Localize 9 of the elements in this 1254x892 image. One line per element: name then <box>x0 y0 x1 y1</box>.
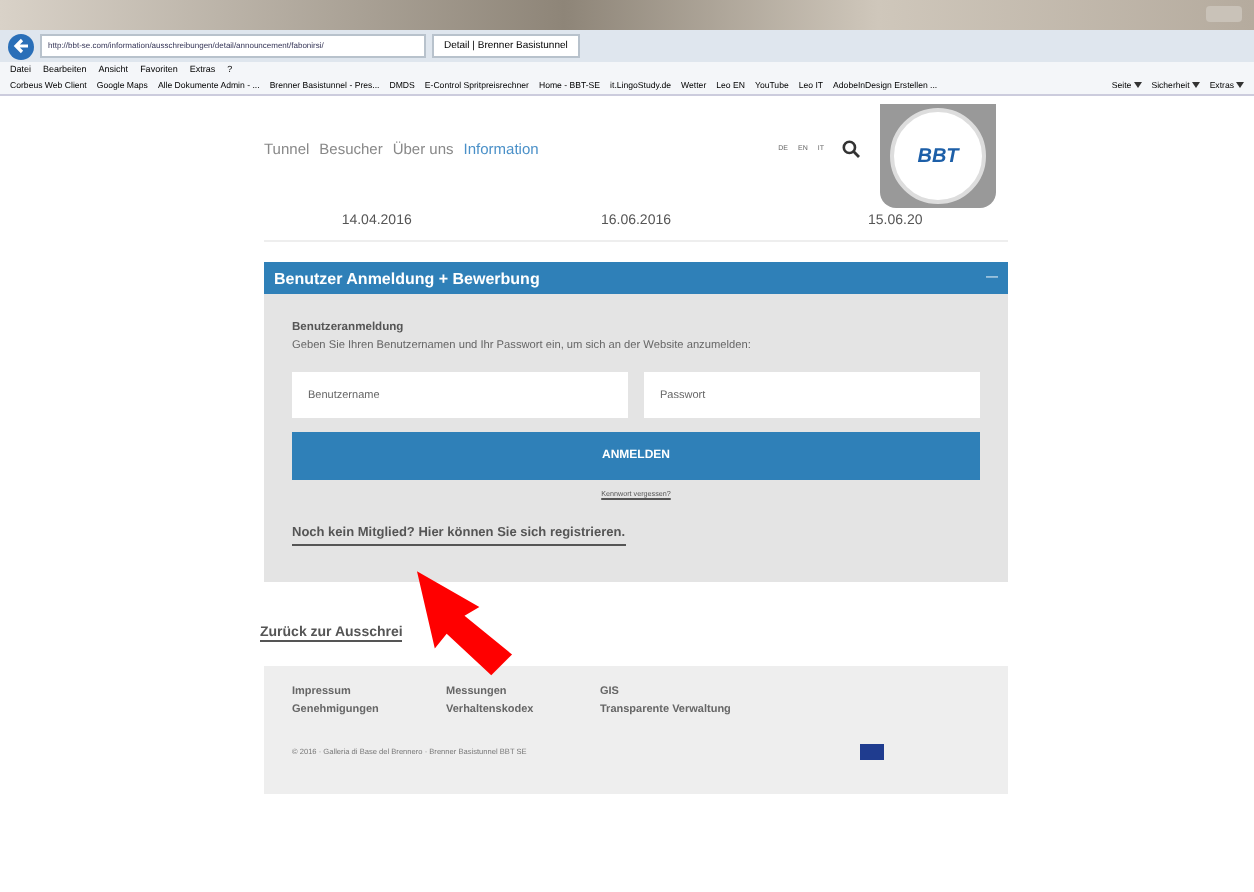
caret-icon <box>1236 82 1244 89</box>
flag-icon <box>860 744 884 760</box>
logo-badge[interactable]: BBT <box>880 104 996 208</box>
panel-title: Benutzer Anmeldung + Bewerbung <box>274 269 540 287</box>
arrow-annotation <box>414 568 518 680</box>
back-button[interactable] <box>8 33 34 59</box>
search-icon[interactable] <box>842 139 860 157</box>
caret-icon <box>1191 82 1200 89</box>
caret-icon <box>1133 82 1142 89</box>
